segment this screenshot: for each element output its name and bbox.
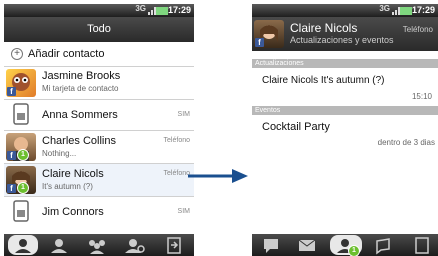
contact-subtitle: Actualizaciones y eventos <box>290 35 394 45</box>
update-badge: 1 <box>348 245 360 256</box>
sim-card-icon <box>13 103 29 125</box>
add-contact-button[interactable]: + Añadir contacto <box>4 42 194 67</box>
list-item[interactable]: f Jasmine Brooks Mi tarjeta de contacto <box>4 67 194 100</box>
transition-arrow-icon <box>188 169 248 183</box>
battery-icon <box>156 7 168 15</box>
battery-icon <box>400 7 412 15</box>
avatar: f <box>254 20 284 48</box>
events-section-header: Eventos <box>252 106 438 115</box>
contact-source: Teléfono <box>163 170 190 177</box>
event-when: dentro de 3 dias <box>377 138 435 147</box>
event-title: Cocktail Party <box>262 121 330 133</box>
tab-person-search[interactable] <box>120 235 150 255</box>
avatar <box>6 101 36 129</box>
contact-name: Jim Connors <box>42 206 104 218</box>
tab-call[interactable] <box>406 235 436 255</box>
facebook-icon: f <box>7 184 16 193</box>
updates-section-header: Actualizaciones <box>252 59 438 68</box>
avatar: f <box>6 69 36 97</box>
update-badge: 1 <box>17 182 29 194</box>
update-badge: 1 <box>17 149 29 161</box>
contact-source: SIM <box>177 208 190 215</box>
facebook-icon: f <box>7 87 16 96</box>
tab-contacts[interactable] <box>8 235 38 255</box>
facebook-icon: f <box>7 151 16 160</box>
contact-name: Anna Sommers <box>42 109 118 121</box>
clock: 17:29 <box>411 5 435 15</box>
contact-name: Jasmine Brooks <box>42 70 121 82</box>
contact-name: Claire Nicols <box>42 168 104 180</box>
contact-list: + Añadir contacto f Jasmine Brooks Mi ta… <box>4 42 194 234</box>
update-item[interactable]: Claire Nicols It's autumn (?) 15:10 <box>252 68 438 107</box>
mail-icon <box>298 239 316 251</box>
sim-card-icon <box>13 200 29 222</box>
person-search-icon <box>125 239 145 253</box>
status-bar: 3G 17:29 <box>4 4 194 17</box>
chat-icon <box>376 238 390 255</box>
signal-icon <box>392 7 400 15</box>
tab-groups[interactable] <box>82 235 112 255</box>
contact-sub: Mi tarjeta de contacto <box>42 84 119 93</box>
tab-bar <box>4 234 194 256</box>
contact-name: Charles Collins <box>42 135 116 147</box>
contact-sub: Nothing... <box>42 149 77 158</box>
message-icon <box>264 239 278 253</box>
page-title: Todo <box>4 17 194 42</box>
tab-updates[interactable]: 1 <box>330 235 362 256</box>
avatar: f 1 <box>6 166 36 194</box>
add-contact-label: Añadir contacto <box>28 48 105 60</box>
groups-icon <box>89 240 105 254</box>
avatar: f 1 <box>6 133 36 161</box>
tab-call-log[interactable] <box>158 235 188 255</box>
avatar <box>6 198 36 226</box>
signal-icon <box>148 7 156 15</box>
call-icon <box>415 237 429 254</box>
tab-bar: 1 <box>252 234 438 256</box>
contact-detail-screen: 3G 17:29 f Claire Nicols Actualizaciones… <box>252 4 438 256</box>
list-item[interactable]: Anna Sommers SIM <box>4 100 194 131</box>
facebook-icon: f <box>255 38 264 47</box>
list-item[interactable]: Jim Connors SIM <box>4 197 194 227</box>
person-icon <box>51 239 67 253</box>
plus-icon: + <box>11 48 23 60</box>
contacts-icon <box>15 239 31 253</box>
contact-source: Teléfono <box>163 137 190 144</box>
clock: 17:29 <box>167 5 191 15</box>
contacts-screen: 3G 17:29 Todo + Añadir contacto f Jasmin… <box>4 4 194 256</box>
tab-mail[interactable] <box>292 235 322 255</box>
tab-message[interactable] <box>256 235 286 255</box>
network-indicator: 3G <box>379 4 390 13</box>
tab-chat[interactable] <box>368 235 398 255</box>
tab-person[interactable] <box>44 235 74 255</box>
call-log-icon <box>167 237 181 254</box>
event-item[interactable]: Cocktail Party dentro de 3 dias <box>252 115 438 153</box>
contact-name: Claire Nicols <box>290 21 358 35</box>
contact-source: Teléfono <box>402 25 433 34</box>
status-bar: 3G 17:29 <box>252 4 438 17</box>
list-item[interactable]: f 1 Charles Collins Nothing... Teléfono <box>4 131 194 164</box>
update-text: Claire Nicols It's autumn (?) <box>262 75 385 86</box>
network-indicator: 3G <box>135 4 146 13</box>
contact-source: SIM <box>177 111 190 118</box>
contact-sub: It's autumn (?) <box>42 182 93 191</box>
update-time: 15:10 <box>411 92 432 101</box>
list-item[interactable]: f 1 Claire Nicols It's autumn (?) Teléfo… <box>4 164 194 197</box>
